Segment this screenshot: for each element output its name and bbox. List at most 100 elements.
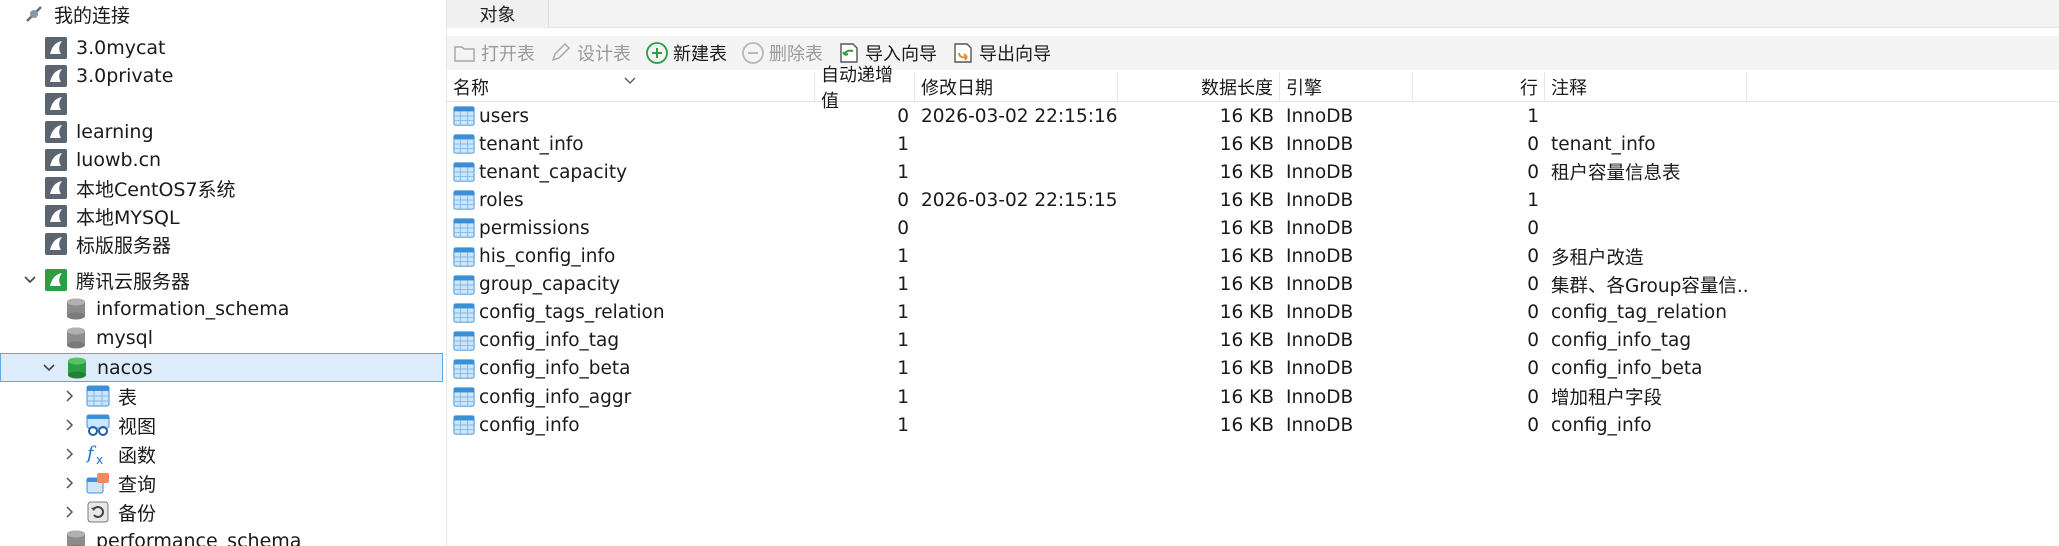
export-icon <box>954 43 972 63</box>
column-header-engine[interactable]: 引擎 <box>1280 72 1413 102</box>
column-header-name[interactable]: 名称 <box>447 72 815 102</box>
cell-name: permissions <box>447 214 815 242</box>
connection-item[interactable]: luowb.cn <box>44 146 161 174</box>
connection-item[interactable]: 标版服务器 <box>44 230 171 258</box>
tree-node-views[interactable]: 视图 <box>62 411 156 439</box>
table-row[interactable]: config_info_beta 1 16 KB InnoDB 0 config… <box>447 355 2059 383</box>
chevron-right-icon[interactable] <box>62 417 78 433</box>
cell-auto-increment: 0 <box>897 189 909 211</box>
table-icon <box>453 359 475 379</box>
cell-name: roles <box>447 186 815 214</box>
export-wizard-button[interactable]: 导出向导 <box>951 40 1051 66</box>
connection-item[interactable]: 3.0mycat <box>44 34 166 62</box>
table-row[interactable]: roles 0 2026-03-02 22:15:15 16 KB InnoDB… <box>447 186 2059 214</box>
tab-objects[interactable]: 对象 <box>447 0 549 28</box>
table-row[interactable]: tenant_info 1 16 KB InnoDB 0 tenant_info <box>447 130 2059 158</box>
connection-item[interactable]: 本地CentOS7系统 <box>44 174 236 202</box>
cell-engine: InnoDB <box>1286 386 1354 408</box>
cell-name: config_info_beta <box>447 355 815 383</box>
cell-auto-increment: 1 <box>897 302 909 324</box>
minus-circle-icon <box>742 42 764 64</box>
cell-modified <box>915 383 1118 411</box>
cell-name: users <box>447 102 815 130</box>
tree-node-label: 表 <box>118 386 138 409</box>
chevron-right-icon[interactable] <box>62 475 78 491</box>
database-item[interactable]: information_schema <box>64 295 289 323</box>
cell-auto-increment: 1 <box>897 246 909 267</box>
cell-modified <box>915 355 1118 383</box>
table-name: roles <box>479 189 524 211</box>
chevron-down-icon[interactable] <box>22 272 38 288</box>
cell-modified: 2026-03-02 22:15:15 <box>921 189 1118 211</box>
table-icon <box>453 387 475 407</box>
cell-data-length: 16 KB <box>1219 133 1274 155</box>
chevron-down-icon[interactable] <box>41 360 57 376</box>
connection-item[interactable] <box>44 90 76 118</box>
connection-item-expanded[interactable]: 腾讯云服务器 <box>22 266 190 294</box>
table-icon <box>453 162 475 182</box>
database-icon <box>64 529 88 546</box>
tree-node-backups[interactable]: 备份 <box>62 498 156 526</box>
connection-label: 标版服务器 <box>76 234 172 257</box>
column-header-comment[interactable]: 注释 <box>1545 72 1747 102</box>
cell-data-length: 16 KB <box>1219 330 1274 352</box>
connection-label: learning <box>76 121 154 143</box>
chevron-right-icon[interactable] <box>62 446 78 462</box>
table-icon <box>86 384 110 408</box>
cell-engine: InnoDB <box>1286 414 1354 436</box>
table-row[interactable]: config_tags_relation 1 16 KB InnoDB 0 co… <box>447 299 2059 327</box>
design-table-button[interactable]: 设计表 <box>549 40 631 66</box>
table-row[interactable]: config_info_aggr 1 16 KB InnoDB 0 增加租户字段 <box>447 383 2059 411</box>
table-name: tenant_info <box>479 133 584 155</box>
table-row[interactable]: users 0 2026-03-02 22:15:16 16 KB InnoDB… <box>447 102 2059 130</box>
mysql-connection-icon <box>44 120 68 144</box>
database-label: information_schema <box>96 298 290 320</box>
backup-icon <box>86 500 110 524</box>
cell-comment: 多租户改造 <box>1551 247 1644 269</box>
table-icon <box>453 106 475 126</box>
open-table-button[interactable]: 打开表 <box>453 40 535 66</box>
tree-node-queries[interactable]: 查询 <box>62 469 156 497</box>
table-row[interactable]: tenant_capacity 1 16 KB InnoDB 0 租户容量信息表 <box>447 158 2059 186</box>
tree-node-functions[interactable]: fx 函数 <box>62 440 156 468</box>
connection-item[interactable]: 本地MYSQL <box>44 202 180 230</box>
column-header-rows[interactable]: 行 <box>1413 72 1545 102</box>
column-header-auto-increment[interactable]: 自动递增值 <box>815 65 915 112</box>
cell-rows: 1 <box>1527 189 1539 211</box>
table-row[interactable]: permissions 0 16 KB InnoDB 0 <box>447 214 2059 242</box>
table-icon <box>453 190 475 210</box>
cell-name: config_info <box>447 411 815 439</box>
table-row[interactable]: his_config_info 1 16 KB InnoDB 0 多租户改造 <box>447 243 2059 271</box>
tree-root-my-connections[interactable]: 我的连接 <box>22 0 130 28</box>
tree-node-tables[interactable]: 表 <box>62 382 137 410</box>
column-header-modified[interactable]: 修改日期 <box>915 72 1118 102</box>
table-name: users <box>479 105 529 127</box>
database-item-nacos-selected[interactable]: nacos <box>0 353 443 382</box>
table-row[interactable]: config_info_tag 1 16 KB InnoDB 0 config_… <box>447 327 2059 355</box>
table-row[interactable]: config_info 1 16 KB InnoDB 0 config_info <box>447 411 2059 439</box>
connection-item[interactable]: learning <box>44 118 154 146</box>
connection-tree: 我的连接 3.0mycat 3.0private learning luowb.… <box>0 0 447 546</box>
column-header-data-length[interactable]: 数据长度 <box>1118 72 1280 102</box>
cell-engine: InnoDB <box>1286 161 1354 183</box>
database-item[interactable]: performance_schema <box>64 527 301 546</box>
column-header-label: 名称 <box>453 78 489 99</box>
delete-table-button[interactable]: 删除表 <box>741 40 823 66</box>
cell-rows: 0 <box>1527 358 1539 380</box>
connection-label: luowb.cn <box>76 149 162 171</box>
cell-name: group_capacity <box>447 271 815 299</box>
chevron-right-icon[interactable] <box>62 504 78 520</box>
cell-engine: InnoDB <box>1286 105 1354 127</box>
table-icon <box>453 246 475 267</box>
cell-data-length: 16 KB <box>1219 217 1274 239</box>
connection-item[interactable]: 3.0private <box>44 62 173 90</box>
table-name: config_info_aggr <box>479 386 632 408</box>
mysql-connection-icon <box>44 64 68 88</box>
query-icon <box>86 471 110 495</box>
cell-auto-increment: 0 <box>897 217 909 239</box>
chevron-right-icon[interactable] <box>62 388 78 404</box>
table-row[interactable]: group_capacity 1 16 KB InnoDB 0 集群、各Grou… <box>447 271 2059 299</box>
pencil-icon <box>551 42 571 62</box>
database-item[interactable]: mysql <box>64 324 153 352</box>
new-table-button[interactable]: 新建表 <box>645 40 727 66</box>
